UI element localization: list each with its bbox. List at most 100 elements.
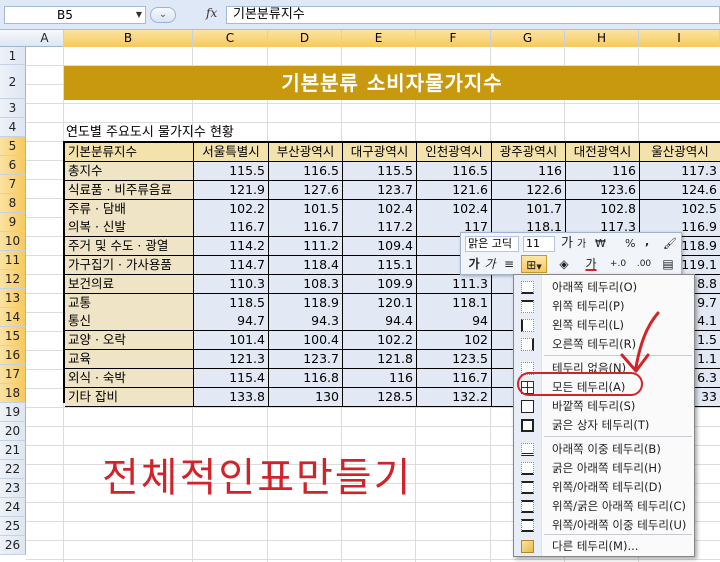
currency-button[interactable]: ₩ — [595, 236, 606, 252]
column-header-a[interactable]: A — [26, 30, 64, 47]
table-cell[interactable]: 116.7 — [417, 368, 492, 388]
table-cell[interactable]: 94.3 — [269, 312, 343, 332]
row-header-3[interactable]: 3 — [0, 99, 26, 118]
table-cell[interactable]: 102.5 — [640, 199, 720, 219]
table-cell[interactable]: 111.2 — [269, 237, 343, 257]
row-header-5[interactable]: 5 — [0, 137, 26, 156]
table-cell[interactable]: 94 — [417, 312, 492, 332]
row-header-2[interactable]: 2 — [0, 65, 26, 99]
menu-item-thick-box-border[interactable]: 굵은 상자 테두리(T) — [514, 416, 694, 435]
table-cell[interactable]: 116 — [492, 162, 566, 181]
table-cell[interactable]: 123.6 — [566, 180, 640, 200]
table-cell[interactable]: 132.2 — [417, 387, 492, 407]
sheet-title[interactable]: 기본분류 소비자물가지수 — [64, 66, 720, 100]
column-header-d[interactable]: D — [268, 30, 342, 47]
table-cell[interactable]: 123.7 — [269, 350, 343, 369]
table-cell[interactable]: 123.7 — [343, 180, 417, 200]
formula-input[interactable]: 기본분류지수 — [226, 6, 720, 24]
table-row-label[interactable]: 교통 — [65, 293, 194, 313]
row-header-1[interactable]: 1 — [0, 47, 26, 65]
row-header-10[interactable]: 10 — [0, 232, 26, 251]
menu-item-top-thick-bottom-border[interactable]: 위쪽/굵은 아래쪽 테두리(C) — [514, 497, 694, 516]
table-cell[interactable]: 121.6 — [417, 180, 492, 200]
table-header-city[interactable]: 대전광역시 — [566, 143, 640, 162]
table-cell[interactable]: 128.5 — [343, 387, 417, 407]
table-cell[interactable]: 120.1 — [343, 293, 417, 313]
font-name-select[interactable]: 맑은 고딕 — [465, 236, 519, 252]
sheet-subtitle[interactable]: 연도별 주요도시 물가지수 현황 — [66, 125, 234, 141]
column-header-c[interactable]: C — [193, 30, 268, 47]
table-cell[interactable]: 116.7 — [269, 218, 343, 238]
table-cell[interactable]: 118.9 — [269, 293, 343, 313]
italic-button[interactable]: 가 — [483, 255, 497, 273]
borders-dropdown-button[interactable]: ⊞▼ — [521, 255, 547, 273]
table-cell[interactable]: 101.5 — [269, 199, 343, 219]
table-row-label[interactable]: 의복 · 신발 — [65, 218, 194, 238]
font-size-select[interactable]: 11 — [523, 236, 555, 252]
table-cell[interactable]: 121.9 — [194, 180, 269, 200]
row-header-9[interactable]: 9 — [0, 213, 26, 232]
table-cell[interactable]: 124.6 — [640, 180, 720, 200]
table-cell[interactable]: 121.3 — [194, 350, 269, 369]
row-header-6[interactable]: 6 — [0, 156, 26, 175]
column-header-h[interactable]: H — [565, 30, 639, 47]
table-header-city[interactable]: 인천광역시 — [417, 143, 492, 162]
row-header-7[interactable]: 7 — [0, 175, 26, 194]
table-cell[interactable]: 109.4 — [343, 237, 417, 257]
table-row-label[interactable]: 교양 · 오락 — [65, 331, 194, 351]
formula-expand-button[interactable]: ⌄ — [150, 7, 176, 23]
row-header-20[interactable]: 20 — [0, 422, 26, 441]
table-cell[interactable]: 114.2 — [194, 237, 269, 257]
table-row-label[interactable]: 가구집기 · 가사용품 — [65, 256, 194, 275]
table-cell[interactable]: 101.7 — [492, 199, 566, 219]
menu-item-top-double-bottom-border[interactable]: 위쪽/아래쪽 이중 테두리(U) — [514, 516, 694, 535]
table-cell[interactable]: 115.5 — [343, 162, 417, 181]
column-header-e[interactable]: E — [342, 30, 416, 47]
table-header-label[interactable]: 기본분류지수 — [65, 143, 194, 162]
row-header-21[interactable]: 21 — [0, 441, 26, 460]
table-cell[interactable]: 118.4 — [269, 256, 343, 275]
increase-decimal-button[interactable]: +.0 — [607, 255, 629, 273]
shrink-font-button[interactable]: 가 — [577, 237, 586, 253]
table-cell[interactable]: 109.9 — [343, 274, 417, 294]
table-cell[interactable]: 116.5 — [269, 162, 343, 181]
table-cell[interactable]: 94.7 — [194, 312, 269, 332]
table-row-label[interactable]: 보건의료 — [65, 274, 194, 294]
table-header-city[interactable]: 서울특별시 — [194, 143, 269, 162]
name-box[interactable]: B5 — [4, 6, 146, 24]
row-header-14[interactable]: 14 — [0, 308, 26, 327]
table-cell[interactable]: 108.3 — [269, 274, 343, 294]
row-header-17[interactable]: 17 — [0, 365, 26, 384]
format-painter-icon[interactable]: 🖌 — [663, 236, 677, 252]
column-header-g[interactable]: G — [491, 30, 565, 47]
table-cell[interactable]: 118.5 — [194, 293, 269, 313]
row-header-24[interactable]: 24 — [0, 498, 26, 517]
table-cell[interactable]: 115.4 — [194, 368, 269, 388]
table-cell[interactable]: 117.2 — [343, 218, 417, 238]
table-cell[interactable]: 116.5 — [417, 162, 492, 181]
row-header-19[interactable]: 19 — [0, 403, 26, 422]
merge-cells-icon[interactable]: ▤ — [659, 255, 677, 273]
table-header-city[interactable]: 광주광역시 — [492, 143, 566, 162]
row-header-16[interactable]: 16 — [0, 346, 26, 365]
table-cell[interactable]: 102 — [417, 331, 492, 351]
table-header-city[interactable]: 대구광역시 — [343, 143, 417, 162]
row-header-25[interactable]: 25 — [0, 517, 26, 536]
table-cell[interactable]: 102.2 — [343, 331, 417, 351]
bold-button[interactable]: 가 — [467, 255, 481, 273]
fill-color-button[interactable]: ◈ — [553, 255, 575, 273]
table-row-label[interactable]: 주류 · 담배 — [65, 199, 194, 219]
table-cell[interactable]: 101.4 — [194, 331, 269, 351]
table-row-label[interactable]: 통신 — [65, 312, 194, 332]
table-cell[interactable]: 121.8 — [343, 350, 417, 369]
column-header-i[interactable]: I — [639, 30, 720, 47]
menu-item-bottom-border[interactable]: 아래쪽 테두리(O) — [514, 278, 694, 297]
menu-item-top-bottom-border[interactable]: 위쪽/아래쪽 테두리(D) — [514, 478, 694, 497]
table-cell[interactable]: 102.4 — [417, 199, 492, 219]
column-header-b[interactable]: B — [64, 30, 193, 47]
table-cell[interactable]: 118.1 — [417, 293, 492, 313]
table-cell[interactable]: 110.3 — [194, 274, 269, 294]
table-row-label[interactable]: 교육 — [65, 350, 194, 369]
table-cell[interactable]: 102.8 — [566, 199, 640, 219]
table-cell[interactable]: 117.3 — [640, 162, 720, 181]
